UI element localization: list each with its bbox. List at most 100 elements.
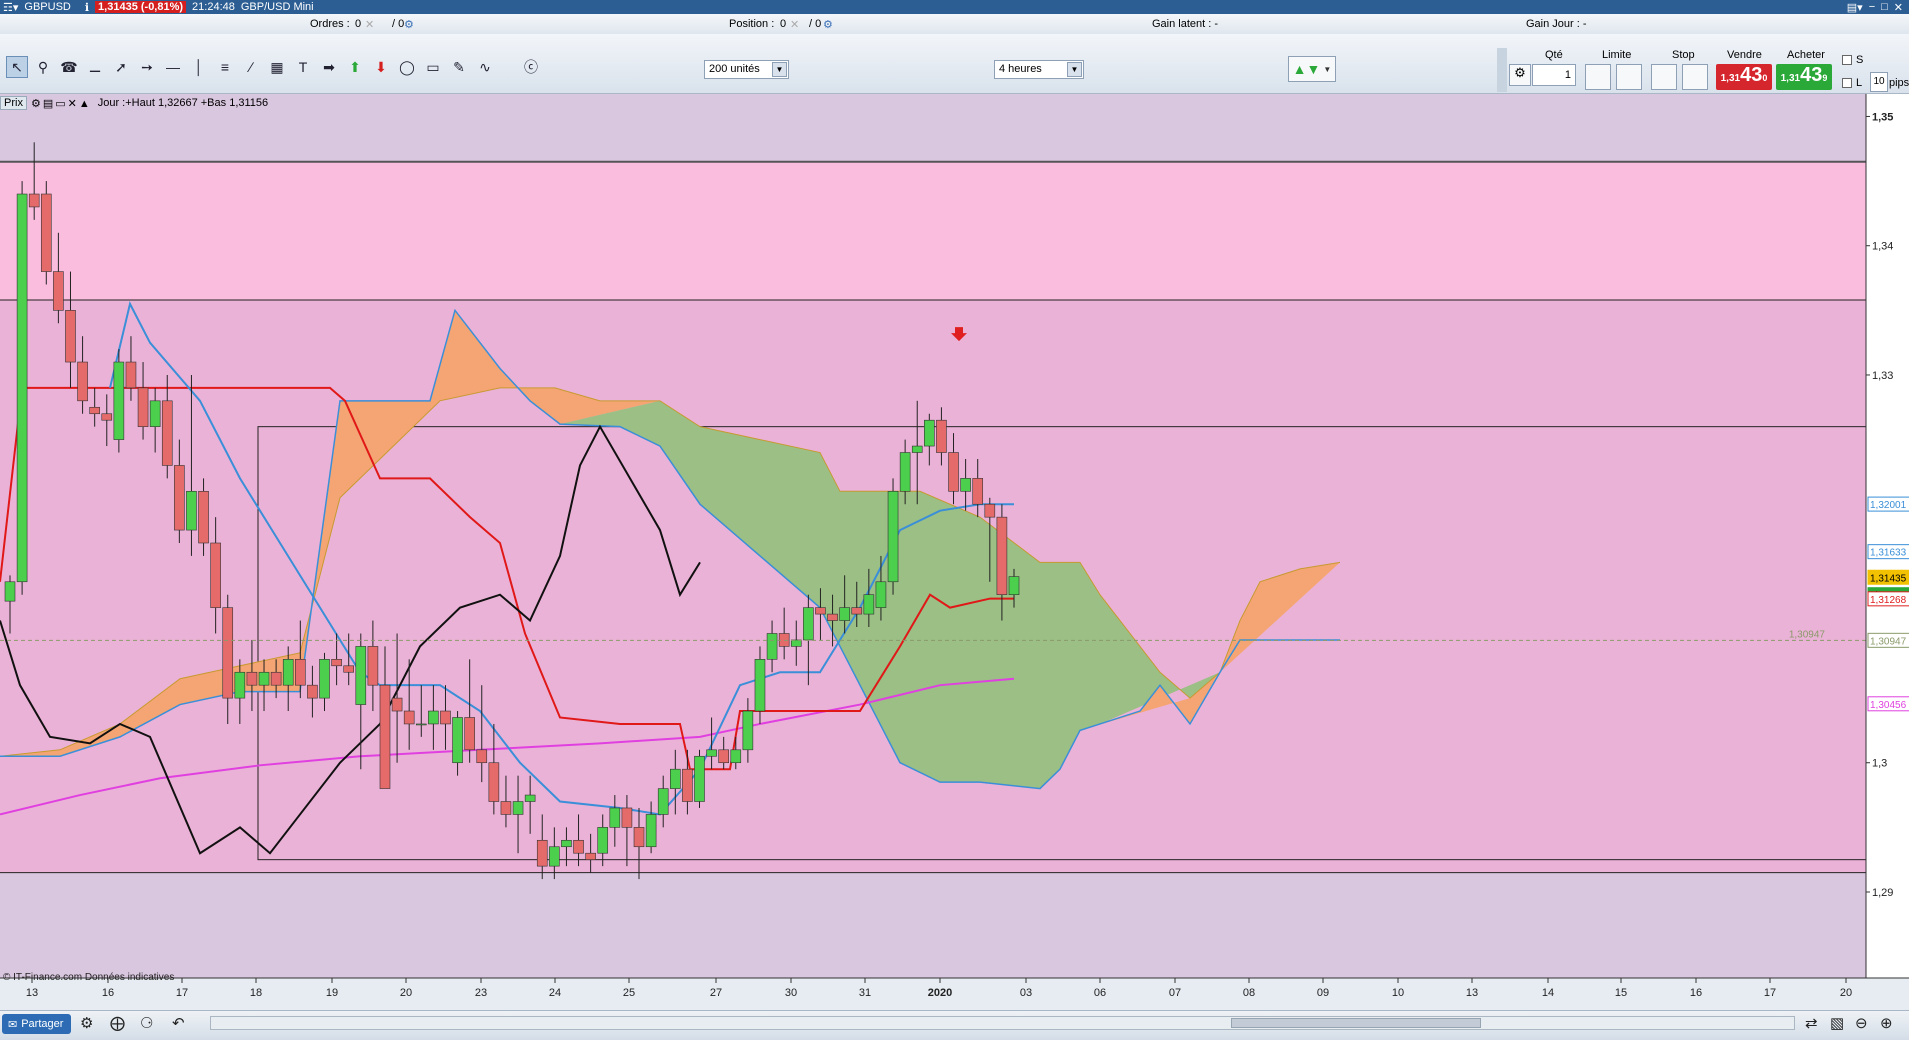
candle[interactable]	[500, 801, 512, 815]
timeframe-select[interactable]: 4 heures ▼	[994, 60, 1084, 79]
candle[interactable]	[827, 613, 838, 621]
annotation-icon[interactable]: ⓒ	[520, 56, 542, 78]
candle[interactable]	[161, 400, 173, 466]
measure-icon[interactable]: ⚆	[140, 1014, 153, 1032]
candle[interactable]	[996, 516, 1008, 596]
candle[interactable]	[89, 406, 100, 415]
candle[interactable]	[645, 814, 657, 848]
limit-sell-button[interactable]	[1616, 64, 1642, 90]
units-select[interactable]: 200 unités ▼	[704, 60, 789, 79]
zoom-out-icon[interactable]: ⊖	[1855, 1014, 1868, 1032]
close-icon[interactable]: ✕	[1894, 1, 1903, 14]
channel-icon[interactable]: ∕	[240, 56, 262, 78]
candle[interactable]	[270, 671, 282, 686]
candle[interactable]	[476, 749, 488, 764]
info-icon[interactable]: ℹ	[85, 1, 89, 14]
arrow-up-icon[interactable]: ⬆	[344, 56, 366, 78]
candle[interactable]	[524, 794, 536, 802]
candle[interactable]	[839, 607, 850, 621]
candle[interactable]	[863, 594, 875, 615]
candle[interactable]	[4, 581, 16, 602]
candle[interactable]	[40, 193, 52, 272]
position-cancel-icon[interactable]: ✕	[790, 18, 799, 31]
arrow-right-icon[interactable]: ➡	[318, 56, 340, 78]
candle[interactable]	[730, 749, 742, 764]
candle[interactable]	[488, 762, 500, 802]
candle[interactable]	[440, 710, 451, 725]
candle[interactable]	[972, 478, 984, 505]
orders-count[interactable]: 0	[355, 18, 361, 30]
candle[interactable]	[77, 361, 88, 402]
candle[interactable]	[379, 684, 391, 789]
candle[interactable]	[536, 839, 548, 867]
candle[interactable]	[343, 665, 354, 673]
lasso-icon[interactable]: ◯	[396, 56, 418, 78]
candle[interactable]	[718, 749, 729, 764]
position-count[interactable]: 0	[780, 18, 786, 30]
price-chart[interactable]: 1,30947 1,35 1,34 1,33 1,3 1,29 1,32001 1,31633…	[0, 94, 1909, 1014]
text-tool-icon[interactable]: T	[292, 56, 314, 78]
maximize-icon[interactable]: □	[1881, 1, 1888, 14]
pips-input[interactable]: 10	[1870, 72, 1888, 92]
limit-buy-button[interactable]	[1585, 64, 1611, 90]
candle[interactable]	[875, 581, 887, 608]
candle[interactable]	[53, 271, 64, 311]
candle[interactable]	[210, 542, 221, 608]
candle[interactable]	[621, 807, 633, 828]
panel-collapse-handle[interactable]	[1497, 48, 1507, 92]
ruler-icon[interactable]: ⚊	[84, 56, 106, 78]
pencil-icon[interactable]: ✎	[448, 56, 470, 78]
candle[interactable]	[960, 478, 971, 492]
candle[interactable]	[125, 361, 137, 389]
l-checkbox[interactable]	[1842, 78, 1852, 88]
candle[interactable]	[512, 801, 524, 815]
horizontal-line-icon[interactable]: —	[162, 56, 184, 78]
candle[interactable]	[16, 193, 28, 583]
candle[interactable]	[682, 768, 693, 802]
zoom-in-icon[interactable]: ⊕	[1880, 1014, 1893, 1032]
position-link-icon[interactable]: ⚙	[823, 18, 833, 31]
symbol-label[interactable]: GBPUSD	[24, 1, 70, 13]
zoom-tool-icon[interactable]: ⚲	[32, 56, 54, 78]
chart-type-select[interactable]: ▲▼ ▼	[1288, 56, 1336, 82]
candle[interactable]	[657, 788, 669, 815]
candle[interactable]	[573, 839, 584, 854]
candle[interactable]	[319, 659, 330, 699]
share-button[interactable]: ✉ Partager	[2, 1014, 72, 1034]
candle[interactable]	[367, 646, 379, 686]
minimize-icon[interactable]: −	[1869, 1, 1875, 14]
candle[interactable]	[694, 755, 705, 802]
cursor-tool-icon[interactable]: ↖	[6, 56, 28, 78]
candle[interactable]	[246, 671, 258, 686]
candle[interactable]	[597, 827, 609, 854]
candle[interactable]	[887, 490, 899, 583]
candle[interactable]	[899, 452, 911, 492]
fit-icon[interactable]: ▧	[1830, 1014, 1844, 1032]
buy-button[interactable]: 1,31 43 9	[1776, 64, 1832, 90]
rectangle-icon[interactable]: ▭	[422, 56, 444, 78]
candle[interactable]	[282, 659, 294, 686]
candle[interactable]	[391, 697, 403, 712]
candle[interactable]	[186, 490, 197, 531]
candle[interactable]	[174, 465, 185, 531]
magnet-icon[interactable]: ⚙	[80, 1014, 93, 1032]
candle[interactable]	[415, 723, 427, 726]
chart-window-icons[interactable]: ⚙▤▭✕▲	[31, 97, 92, 110]
trendline-icon[interactable]: ➚	[110, 56, 132, 78]
arrow-down-icon[interactable]: ⬇	[370, 56, 392, 78]
candle[interactable]	[936, 419, 947, 453]
ray-icon[interactable]: ➙	[136, 56, 158, 78]
candle[interactable]	[815, 607, 826, 615]
s-checkbox[interactable]	[1842, 55, 1852, 65]
indicator-icon[interactable]: ∿	[474, 56, 496, 78]
sell-button[interactable]: 1,31 43 0	[1716, 64, 1772, 90]
candle[interactable]	[561, 839, 572, 848]
layout-icon[interactable]: ▤▾	[1847, 1, 1863, 14]
candle[interactable]	[609, 807, 621, 828]
candle[interactable]	[331, 659, 342, 667]
orders-link-icon[interactable]: ⚙	[404, 18, 414, 31]
candle[interactable]	[101, 413, 113, 421]
candle[interactable]	[1008, 576, 1020, 596]
candle[interactable]	[742, 710, 754, 751]
candle[interactable]	[113, 361, 125, 440]
